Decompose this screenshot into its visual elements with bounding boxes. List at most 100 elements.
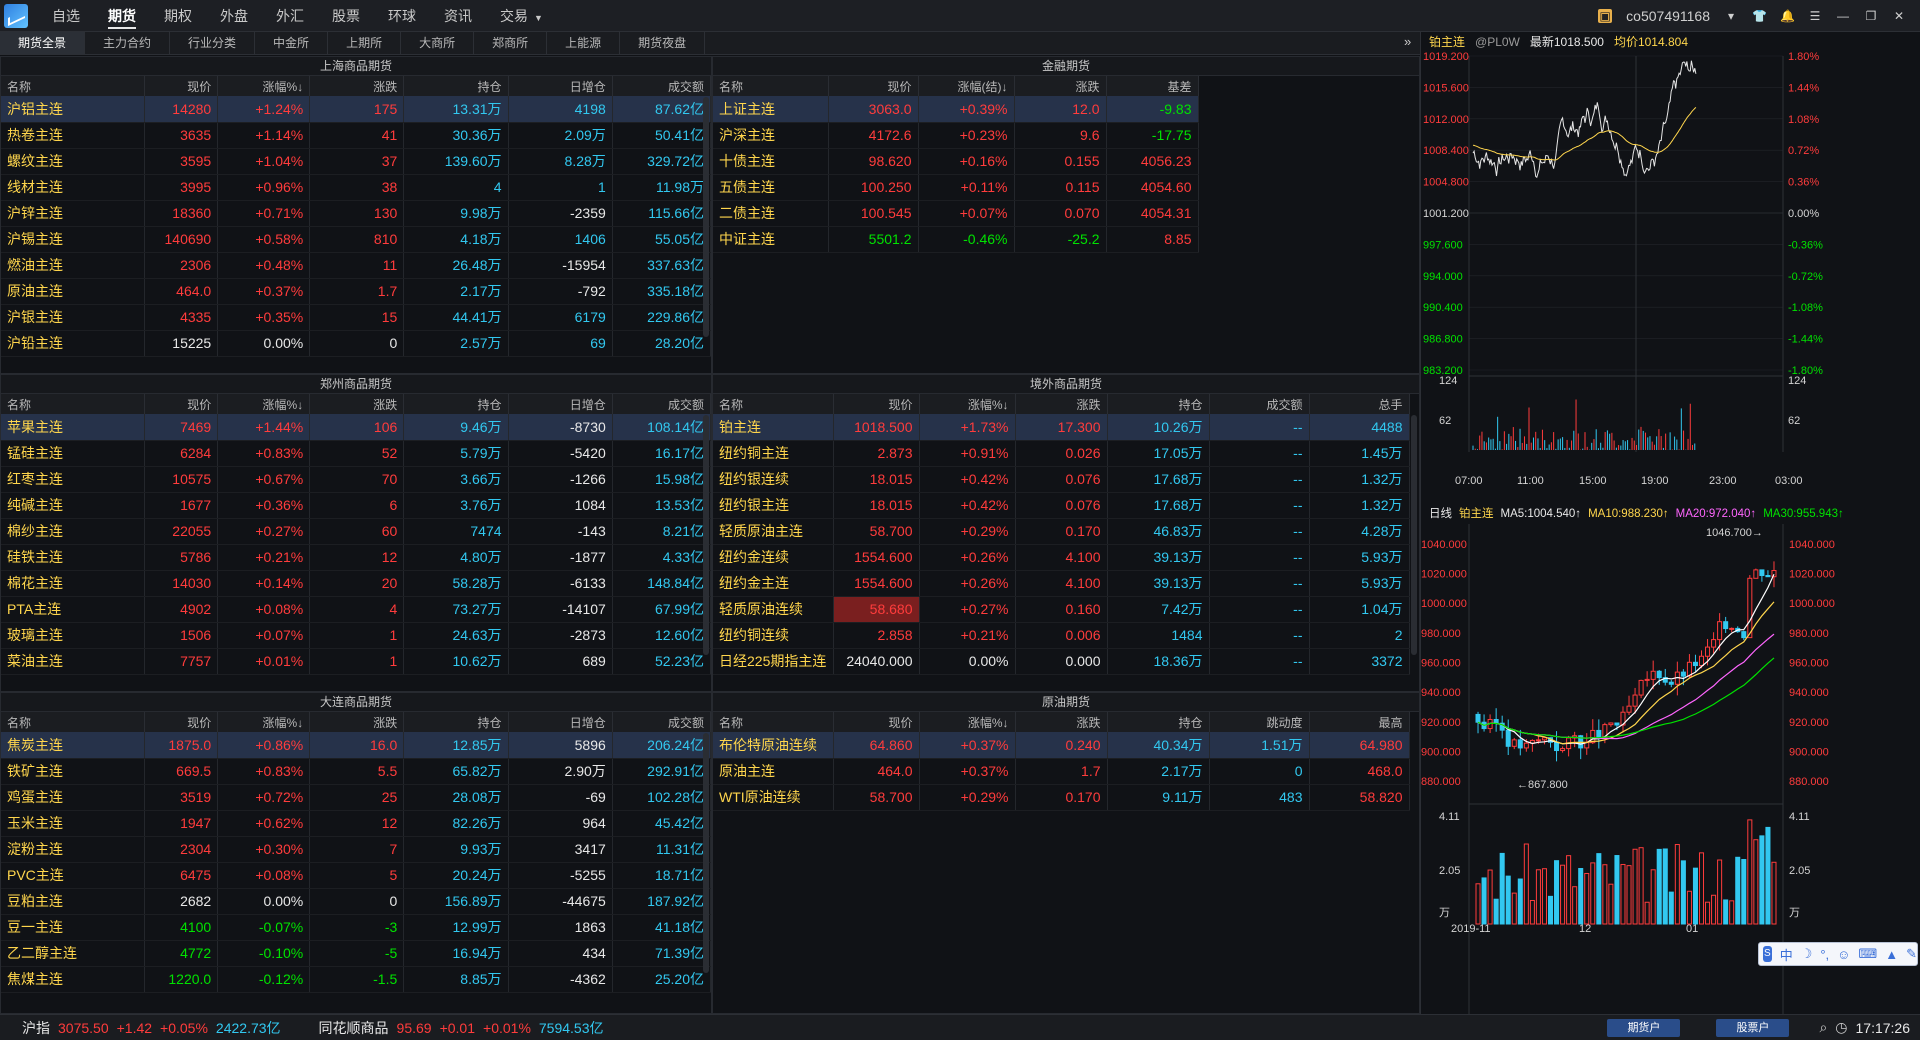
sub-tab-6[interactable]: 郑商所 <box>474 32 548 54</box>
table-row[interactable]: 焦炭主连 1875.0 +0.86% 16.0 12.85万 5896 206.24亿 <box>1 732 712 759</box>
table-row[interactable]: 豆粕主连 2682 0.00% 0 156.89万 -44675 187.92亿 <box>1 888 712 915</box>
tools-icon[interactable]: ✎ <box>1906 946 1917 962</box>
col-header[interactable]: 基差 <box>1106 76 1199 96</box>
table-row[interactable]: 红枣主连 10575 +0.67% 70 3.66万 -1266 15.98亿 <box>1 466 712 493</box>
table-row[interactable]: 苹果主连 7469 +1.44% 106 9.46万 -8730 108.14亿 <box>1 414 712 441</box>
col-header[interactable]: 涨幅(结)↓ <box>918 76 1015 96</box>
col-header[interactable]: 名称 <box>1 394 145 414</box>
table-row[interactable]: WTI原油连续 58.700 +0.29% 0.170 9.11万 483 58.820 <box>713 784 1410 811</box>
table-row[interactable]: 豆一主连 4100 -0.07% -3 12.99万 1863 41.18亿 <box>1 914 712 941</box>
table-row[interactable]: 硅铁主连 5786 +0.21% 12 4.80万 -1877 4.33亿 <box>1 544 712 571</box>
main-tab-8[interactable]: 交易 ▼ <box>486 0 557 32</box>
main-tab-5[interactable]: 股票 <box>318 0 374 32</box>
table-row[interactable]: 铂主连 1018.500 +1.73% 17.300 10.26万 -- 4488 <box>713 414 1410 441</box>
ime-toolbar[interactable]: S 中 ☽ °, ☺ ⌨ ▲ ✎ <box>1758 942 1918 966</box>
table-row[interactable]: 铁矿主连 669.5 +0.83% 5.5 65.82万 2.90万 292.91亿 <box>1 758 712 785</box>
main-tab-1[interactable]: 期货 <box>94 0 150 32</box>
col-header[interactable]: 涨跌 <box>309 76 405 96</box>
kline-chart[interactable]: 1040.000 1040.000 1020.000 1020.000 1000.000… <box>1421 524 1920 1014</box>
col-header[interactable]: 涨跌 <box>1015 712 1108 732</box>
kline-period[interactable]: 日线 <box>1429 504 1452 524</box>
col-header[interactable]: 成交额 <box>612 394 712 414</box>
col-header[interactable]: 现价 <box>833 394 920 414</box>
table-row[interactable]: 十债主连 98.620 +0.16% 0.155 4056.23 <box>713 148 1199 175</box>
keyboard-icon[interactable]: ⌨ <box>1858 946 1877 962</box>
table-row[interactable]: 日经225期指主连 24040.000 0.00% 0.000 18.36万 -- 3372 <box>713 648 1410 675</box>
table-row[interactable]: 淀粉主连 2304 +0.30% 7 9.93万 3417 11.31亿 <box>1 836 712 863</box>
table-row[interactable]: 沪铅主连 15225 0.00% 0 2.57万 69 28.20亿 <box>1 330 712 357</box>
col-header[interactable]: 名称 <box>1 712 145 732</box>
sub-tab-8[interactable]: 期货夜盘 <box>620 32 706 54</box>
table-row[interactable]: 沪锡主连 140690 +0.58% 810 4.18万 1406 55.05亿 <box>1 226 712 253</box>
dropdown-icon[interactable]: ▾ <box>1724 9 1738 23</box>
table-row[interactable]: 锰硅主连 6284 +0.83% 52 5.79万 -5420 16.17亿 <box>1 440 712 467</box>
col-header[interactable]: 现价 <box>833 712 920 732</box>
sub-tab-0[interactable]: 期货全景 <box>0 32 86 54</box>
moon-icon[interactable]: ☽ <box>1801 946 1813 962</box>
main-tab-6[interactable]: 环球 <box>374 0 430 32</box>
account-name[interactable]: co507491168 <box>1626 8 1710 24</box>
ime-lang[interactable]: 中 <box>1780 945 1793 964</box>
futures-account-button[interactable]: 期货户 <box>1607 1018 1681 1037</box>
punct-icon[interactable]: °, <box>1820 947 1829 962</box>
table-row[interactable]: 原油主连 464.0 +0.37% 1.7 2.17万 0 468.0 <box>713 758 1410 785</box>
sub-tab-3[interactable]: 中金所 <box>255 32 329 54</box>
shirt-icon[interactable]: 👕 <box>1752 9 1767 23</box>
scrollbar[interactable] <box>703 97 709 337</box>
account-avatar-icon[interactable]: ▣ <box>1598 8 1613 23</box>
table-row[interactable]: 五债主连 100.250 +0.11% 0.115 4054.60 <box>713 174 1199 201</box>
col-header[interactable]: 最高 <box>1309 712 1410 732</box>
col-header[interactable]: 现价 <box>144 712 219 732</box>
col-header[interactable]: 涨跌 <box>1015 394 1108 414</box>
col-header[interactable]: 成交额 <box>1209 394 1310 414</box>
table-row[interactable]: 纽约铜主连 2.873 +0.91% 0.026 17.05万 -- 1.45万 <box>713 440 1410 467</box>
skin-icon[interactable]: ▲ <box>1885 947 1898 962</box>
table-row[interactable]: 布伦特原油连续 64.860 +0.37% 0.240 40.34万 1.51万 64.98… <box>713 732 1410 759</box>
col-header[interactable]: 持仓 <box>403 712 509 732</box>
table-row[interactable]: 燃油主连 2306 +0.48% 11 26.48万 -15954 337.63亿 <box>1 252 712 279</box>
table-row[interactable]: 二债主连 100.545 +0.07% 0.070 4054.31 <box>713 200 1199 227</box>
col-header[interactable]: 跳动度 <box>1209 712 1310 732</box>
menu-icon[interactable]: ☰ <box>1808 9 1822 23</box>
table-row[interactable]: 棉花主连 14030 +0.14% 20 58.28万 -6133 148.84亿 <box>1 570 712 597</box>
main-tab-0[interactable]: 自选 <box>38 0 94 32</box>
col-header[interactable]: 涨跌 <box>309 394 405 414</box>
table-row[interactable]: 中证主连 5501.2 -0.46% -25.2 8.85 <box>713 226 1199 253</box>
main-tab-4[interactable]: 外汇 <box>262 0 318 32</box>
col-header[interactable]: 持仓 <box>1107 394 1210 414</box>
col-header[interactable]: 成交额 <box>612 76 712 96</box>
table-row[interactable]: 纯碱主连 1677 +0.36% 6 3.76万 1084 13.53亿 <box>1 492 712 519</box>
col-header[interactable]: 涨幅%↓ <box>919 394 1016 414</box>
table-row[interactable]: 纽约银连续 18.015 +0.42% 0.076 17.68万 -- 1.32万 <box>713 466 1410 493</box>
table-row[interactable]: 沪银主连 4335 +0.35% 15 44.41万 6179 229.86亿 <box>1 304 712 331</box>
table-row[interactable]: 螺纹主连 3595 +1.04% 37 139.60万 8.28万 329.72亿 <box>1 148 712 175</box>
intraday-chart[interactable]: 1019.200 1.80% 1015.600 1.44% 1012.000 1.08% 1… <box>1421 52 1920 504</box>
col-header[interactable]: 名称 <box>713 394 834 414</box>
col-header[interactable]: 持仓 <box>1107 712 1210 732</box>
minimize-icon[interactable]: — <box>1836 9 1850 23</box>
col-header[interactable]: 现价 <box>144 394 219 414</box>
col-header[interactable]: 日增仓 <box>508 394 613 414</box>
scrollbar[interactable] <box>1411 415 1417 655</box>
col-header[interactable]: 名称 <box>1 76 145 96</box>
col-header[interactable]: 涨幅%↓ <box>919 712 1016 732</box>
col-header[interactable]: 名称 <box>713 76 829 96</box>
ime-logo-icon[interactable]: S <box>1763 946 1772 962</box>
col-header[interactable]: 日增仓 <box>508 712 613 732</box>
main-tab-3[interactable]: 外盘 <box>206 0 262 32</box>
expand-panel-icon[interactable]: » <box>1404 34 1411 49</box>
col-header[interactable]: 涨跌 <box>1014 76 1107 96</box>
table-row[interactable]: PVC主连 6475 +0.08% 5 20.24万 -5255 18.71亿 <box>1 862 712 889</box>
col-header[interactable]: 现价 <box>828 76 919 96</box>
table-row[interactable]: 纽约铜连续 2.858 +0.21% 0.006 1484 -- 2 <box>713 622 1410 649</box>
col-header[interactable]: 涨幅%↓ <box>217 712 311 732</box>
close-icon[interactable]: ✕ <box>1892 9 1906 23</box>
emoji-icon[interactable]: ☺ <box>1837 947 1850 962</box>
col-header[interactable]: 涨幅%↓ <box>217 394 311 414</box>
table-row[interactable]: 沪铝主连 14280 +1.24% 175 13.31万 4198 87.62亿 <box>1 96 712 123</box>
table-row[interactable]: 原油主连 464.0 +0.37% 1.7 2.17万 -792 335.18亿 <box>1 278 712 305</box>
table-row[interactable]: 纽约银主连 18.015 +0.42% 0.076 17.68万 -- 1.32万 <box>713 492 1410 519</box>
search-icon[interactable]: ⌕ <box>1819 1019 1827 1036</box>
table-row[interactable]: 上证主连 3063.0 +0.39% 12.0 -9.83 <box>713 96 1199 123</box>
main-tab-7[interactable]: 资讯 <box>430 0 486 32</box>
